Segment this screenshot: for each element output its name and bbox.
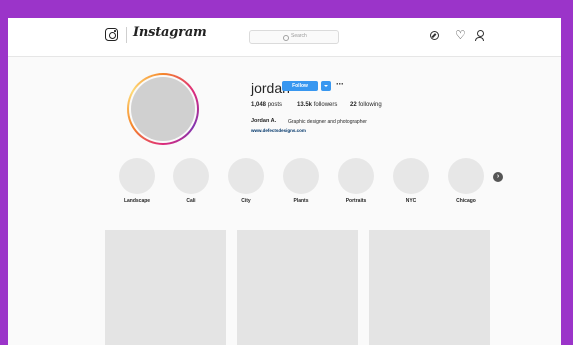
user-icon-head xyxy=(477,30,484,37)
highlight-label: Cali xyxy=(186,198,196,204)
highlight-label: Chicago xyxy=(456,198,476,204)
search-input[interactable]: Search xyxy=(249,30,339,44)
story-highlight[interactable] xyxy=(338,158,374,194)
highlight-label: Landscape xyxy=(123,198,151,204)
story-highlight[interactable] xyxy=(228,158,264,194)
follow-button[interactable]: Follow xyxy=(282,81,318,91)
story-highlight[interactable] xyxy=(173,158,209,194)
profile-full-name: Jordan A. xyxy=(251,118,277,124)
following-label: following xyxy=(358,102,382,108)
search-placeholder: Search xyxy=(291,32,307,39)
story-highlight[interactable] xyxy=(283,158,319,194)
profile-website-link[interactable]: www.defectsdesigns.com xyxy=(251,128,306,133)
top-navigation-bar: Instagram Search ♡ xyxy=(8,18,561,57)
followers-count: 13.5k xyxy=(297,102,313,108)
posts-count: 1,048 xyxy=(251,102,267,108)
user-icon-body xyxy=(475,37,484,41)
avatar[interactable] xyxy=(131,77,195,141)
more-options-button[interactable]: ··· xyxy=(336,79,344,89)
compass-icon[interactable] xyxy=(430,31,439,40)
logo-divider xyxy=(126,27,127,43)
post-thumbnail[interactable] xyxy=(237,230,358,345)
story-highlight[interactable] xyxy=(119,158,155,194)
story-highlight[interactable] xyxy=(448,158,484,194)
suggestions-dropdown-button[interactable] xyxy=(321,81,331,91)
avatar-story-ring[interactable] xyxy=(127,73,199,145)
highlight-label: Portraits xyxy=(345,198,367,204)
post-thumbnail[interactable] xyxy=(105,230,226,345)
highlight-label: NYC xyxy=(405,198,417,204)
following-count: 22 xyxy=(350,102,357,108)
post-thumbnail[interactable] xyxy=(369,230,490,345)
followers-label: followers xyxy=(313,102,338,108)
profile-bio: Graphic designer and photographer xyxy=(288,118,367,125)
instagram-wordmark[interactable]: Instagram xyxy=(133,25,207,40)
heart-icon[interactable]: ♡ xyxy=(455,29,466,41)
story-highlight[interactable] xyxy=(393,158,429,194)
instagram-logo-icon[interactable] xyxy=(105,28,118,41)
chevron-right-icon[interactable]: › xyxy=(493,172,503,182)
posts-stat: 1,048 posts xyxy=(251,102,282,108)
search-icon xyxy=(283,34,289,41)
posts-label: posts xyxy=(267,102,283,108)
browser-frame: Instagram Search ♡ jordan Follow ··· 1,0… xyxy=(8,18,561,345)
highlight-label: Plants xyxy=(293,198,309,204)
followers-stat[interactable]: 13.5k followers xyxy=(297,102,337,108)
following-stat[interactable]: 22 following xyxy=(350,102,382,108)
highlight-label: City xyxy=(241,198,251,204)
